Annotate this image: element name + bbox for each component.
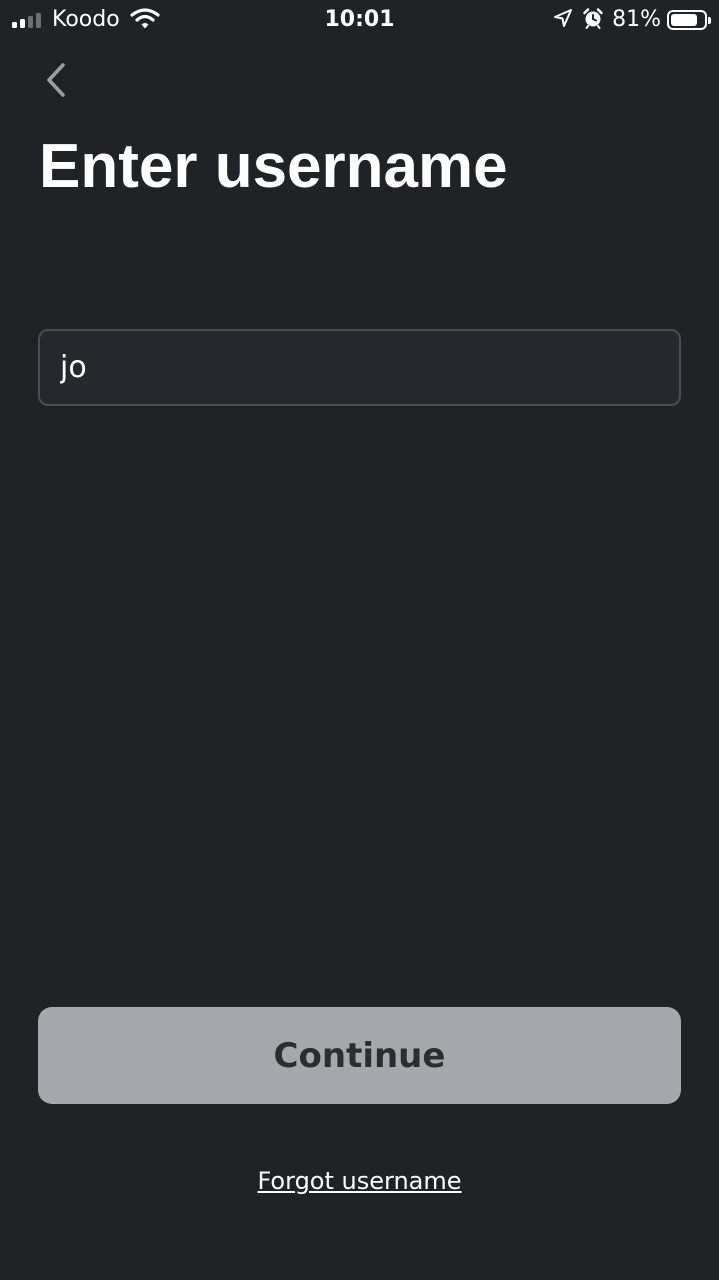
alarm-clock-icon bbox=[582, 7, 604, 33]
chevron-left-icon bbox=[43, 62, 69, 102]
battery-icon bbox=[667, 10, 711, 30]
status-bar: Koodo 10:01 81% bbox=[0, 0, 719, 40]
page-title: Enter username bbox=[39, 132, 508, 201]
location-arrow-icon bbox=[554, 9, 573, 31]
forgot-username-link[interactable]: Forgot username bbox=[257, 1167, 461, 1195]
back-button[interactable] bbox=[36, 60, 76, 104]
continue-button[interactable]: Continue bbox=[38, 1007, 681, 1104]
username-input[interactable] bbox=[38, 329, 681, 406]
battery-percent: 81% bbox=[612, 7, 661, 32]
